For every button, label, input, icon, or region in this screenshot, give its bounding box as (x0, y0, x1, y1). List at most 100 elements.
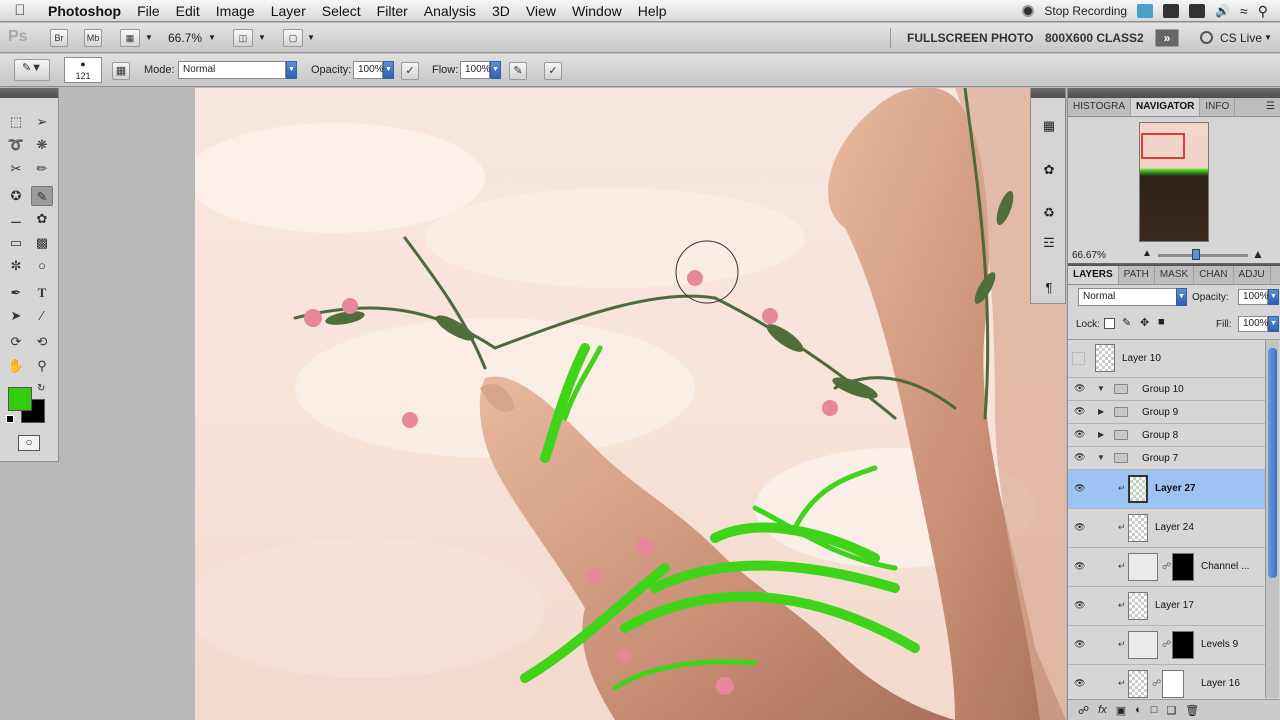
3d-orbit-tool-icon[interactable]: ⟲ (31, 332, 53, 352)
foreground-color-swatch[interactable] (8, 387, 32, 411)
layer-mask-thumbnail[interactable] (1172, 631, 1194, 659)
zoom-level[interactable]: 66.7% (168, 31, 202, 45)
tools-panel-header[interactable] (0, 88, 58, 98)
status-extra-icon[interactable] (1189, 4, 1206, 18)
layer-row-selected[interactable]: 👁 ↵ Layer 27 (1068, 470, 1265, 509)
eye-icon[interactable]: 👁 (1074, 600, 1086, 611)
3d-rotate-tool-icon[interactable]: ⟳ (5, 332, 27, 352)
chevron-down-icon[interactable]: ▼ (383, 61, 394, 79)
group-collapsed-icon[interactable]: ▶ (1098, 430, 1104, 439)
zoom-out-icon[interactable]: ▲ (1142, 248, 1152, 259)
dock-header[interactable] (1031, 88, 1065, 98)
stop-recording-label[interactable]: Stop Recording (1044, 4, 1127, 18)
pressure-opacity-icon[interactable]: ✓ (401, 62, 419, 80)
tab-paths[interactable]: PATH (1119, 266, 1155, 284)
pen-tool-icon[interactable]: ✒ (5, 283, 27, 303)
menu-file[interactable]: File (129, 3, 168, 19)
eye-icon[interactable]: 👁 (1074, 406, 1086, 417)
lock-image-icon[interactable]: ✎ (1122, 316, 1131, 329)
history-brush-tool-icon[interactable]: ✿ (31, 209, 53, 229)
menu-view[interactable]: View (518, 3, 564, 19)
cs-live-button[interactable]: CS Live (1220, 31, 1262, 45)
tool-preset-picker[interactable]: ✎▼ (14, 59, 50, 81)
chevron-down-icon[interactable]: ▼ (145, 33, 153, 42)
layer-row[interactable]: Layer 10 (1068, 340, 1265, 378)
layer-opacity-field[interactable]: 100% (1238, 289, 1269, 305)
chevron-down-icon[interactable]: ▼ (1176, 288, 1187, 306)
navigator-preview[interactable] (1139, 122, 1209, 242)
layer-row[interactable]: 👁 ▶ Group 8 (1068, 424, 1265, 447)
menu-3d[interactable]: 3D (484, 3, 518, 19)
layer-row[interactable]: 👁 ▼ Group 7 (1068, 447, 1265, 470)
move-tool-icon[interactable]: ➢ (31, 112, 53, 132)
eye-icon[interactable]: 👁 (1074, 678, 1086, 689)
blur-tool-icon[interactable]: ✼ (5, 256, 27, 276)
link-icon[interactable]: ☍ (1162, 561, 1171, 572)
layer-name[interactable]: Layer 27 (1155, 483, 1196, 494)
navigator-zoom-value[interactable]: 66.67% (1072, 250, 1106, 261)
volume-icon[interactable]: 🔊 (1215, 4, 1230, 18)
eye-icon[interactable]: 👁 (1074, 383, 1086, 394)
apple-menu-icon[interactable]:  (0, 2, 40, 19)
spot-healing-tool-icon[interactable]: ✪ (5, 186, 27, 206)
screen-mode-button[interactable]: ▢ (283, 29, 303, 47)
add-mask-icon[interactable]: ▣ (1116, 704, 1126, 717)
layer-blend-mode-select[interactable]: Normal (1078, 288, 1178, 306)
layer-mask-thumbnail[interactable] (1162, 670, 1184, 698)
link-icon[interactable]: ☍ (1152, 678, 1161, 689)
layer-row[interactable]: 👁 ▶ Group 9 (1068, 401, 1265, 424)
paragraph-icon[interactable]: ¶ (1039, 278, 1059, 298)
arrange-documents-button[interactable]: ◫ (233, 29, 253, 47)
brush-tool-icon[interactable]: ✎ (31, 186, 53, 206)
type-tool-icon[interactable]: T (31, 283, 53, 303)
clone-source-icon[interactable]: ♻ (1039, 203, 1059, 223)
pressure-size-icon[interactable]: ✓ (544, 62, 562, 80)
link-icon[interactable]: ☍ (1162, 639, 1171, 650)
layer-row[interactable]: 👁 ↵ ☍ Layer 16 (1068, 665, 1265, 699)
tab-info[interactable]: INFO (1200, 98, 1236, 116)
group-collapsed-icon[interactable]: ▶ (1098, 407, 1104, 416)
hand-tool-icon[interactable]: ✋ (5, 356, 27, 376)
menu-edit[interactable]: Edit (168, 3, 208, 19)
layer-name[interactable]: Group 9 (1142, 407, 1178, 418)
panel-menu-icon[interactable]: ☰ (1261, 98, 1280, 116)
airbrush-icon[interactable]: ✎ (509, 62, 527, 80)
swap-colors-icon[interactable]: ↻ (37, 383, 45, 394)
wifi-icon[interactable]: ≈ (1240, 3, 1248, 19)
tab-layers[interactable]: LAYERS (1068, 266, 1119, 284)
bridge-button[interactable]: Br (50, 29, 68, 47)
menu-layer[interactable]: Layer (263, 3, 314, 19)
flow-field[interactable]: 100% (460, 61, 491, 79)
layer-row[interactable]: 👁 ↵ Layer 17 (1068, 587, 1265, 626)
menu-help[interactable]: Help (630, 3, 675, 19)
layer-name[interactable]: Levels 9 (1201, 639, 1238, 650)
clone-stamp-tool-icon[interactable]: ⚊ (5, 209, 27, 229)
layer-style-icon[interactable]: fx (1098, 704, 1107, 716)
menu-image[interactable]: Image (208, 3, 263, 19)
visibility-toggle[interactable] (1072, 352, 1085, 365)
dodge-tool-icon[interactable]: ○ (31, 256, 53, 276)
adjustment-layer-icon[interactable]: ◐ (1135, 704, 1142, 716)
brush-size-picker[interactable]: ● 121 (64, 57, 102, 83)
cs-live-icon[interactable] (1200, 31, 1213, 44)
chevron-down-icon[interactable]: ▼ (1268, 316, 1279, 332)
new-group-icon[interactable]: □ (1151, 704, 1158, 716)
panel-header[interactable] (1068, 88, 1280, 98)
chevron-down-icon[interactable]: ▼ (1264, 33, 1272, 42)
tab-masks[interactable]: MASK (1155, 266, 1195, 284)
scrollbar-thumb[interactable] (1268, 348, 1277, 578)
mini-bridge-button[interactable]: Mb (84, 29, 102, 47)
brush-presets-icon[interactable]: ✿ (1039, 160, 1059, 180)
menu-app-name[interactable]: Photoshop (40, 3, 129, 19)
magic-wand-tool-icon[interactable]: ❋ (31, 135, 53, 155)
eye-icon[interactable]: 👁 (1074, 522, 1086, 533)
navigator-view-box[interactable] (1141, 133, 1185, 159)
eye-icon[interactable]: 👁 (1074, 483, 1086, 494)
workspace-fullscreen-photo[interactable]: FULLSCREEN PHOTO (907, 31, 1033, 45)
layer-row[interactable]: 👁 ↵ Layer 24 (1068, 509, 1265, 548)
eye-icon[interactable]: 👁 (1074, 429, 1086, 440)
layer-name[interactable]: Layer 24 (1155, 522, 1194, 533)
eraser-tool-icon[interactable]: ▭ (5, 233, 27, 253)
zoom-tool-icon[interactable]: ⚲ (31, 356, 53, 376)
view-extras-button[interactable]: ▦ (120, 29, 140, 47)
